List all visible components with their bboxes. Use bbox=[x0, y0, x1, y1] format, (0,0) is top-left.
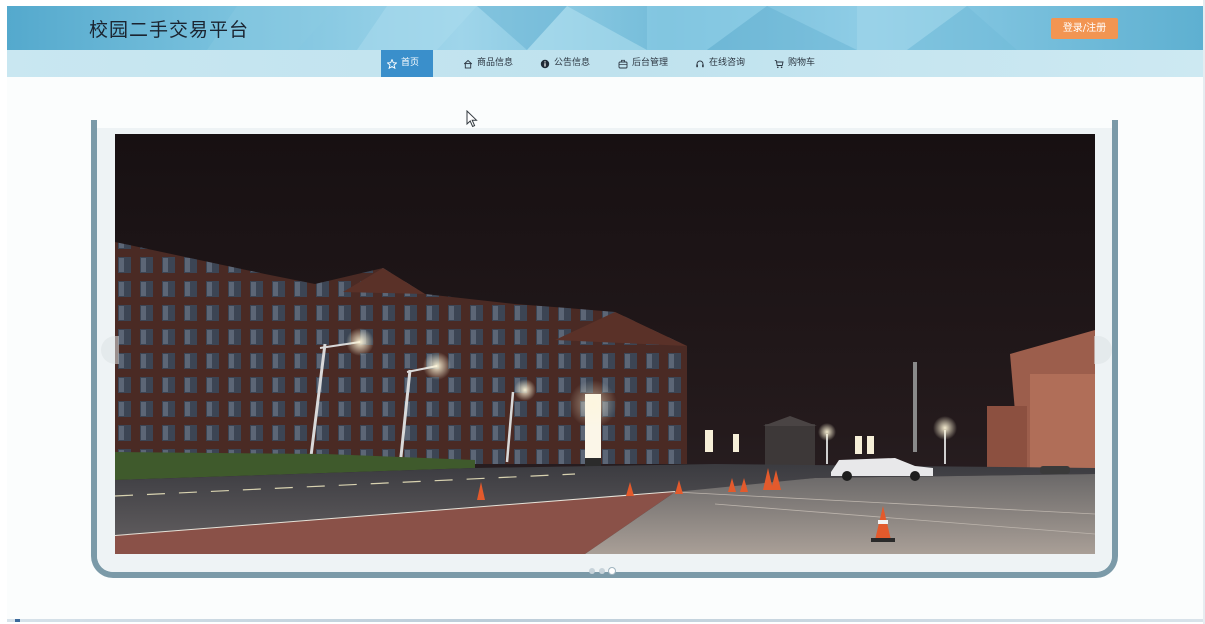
star-icon bbox=[387, 58, 397, 69]
site-header: 校园二手交易平台 登录/注册 bbox=[7, 6, 1203, 50]
headset-icon bbox=[695, 59, 705, 69]
carousel-dot-1[interactable] bbox=[589, 568, 595, 574]
nav-item-notices[interactable]: 公告信息 bbox=[534, 50, 596, 77]
nav-label-consult: 在线咨询 bbox=[709, 58, 746, 68]
bottom-edge-marker bbox=[15, 619, 20, 622]
bottom-edge bbox=[7, 619, 1203, 622]
carousel-dots bbox=[589, 568, 615, 574]
campus-night-photo bbox=[115, 134, 1095, 554]
nav-label-notices: 公告信息 bbox=[554, 58, 591, 68]
carousel-dot-3[interactable] bbox=[609, 568, 615, 574]
nav-label-products: 商品信息 bbox=[477, 58, 514, 68]
nav-item-cart[interactable]: 购物车 bbox=[768, 50, 821, 77]
main-nav: 首页 商品信息 公告信息 后台管理 在线咨询 购物车 bbox=[7, 50, 1203, 77]
login-register-button[interactable]: 登录/注册 bbox=[1051, 18, 1118, 39]
briefcase-icon bbox=[618, 59, 628, 69]
carousel-slide-image[interactable] bbox=[115, 134, 1095, 554]
nav-item-admin[interactable]: 后台管理 bbox=[612, 50, 674, 77]
nav-item-home[interactable]: 首页 bbox=[381, 50, 433, 77]
cart-icon bbox=[774, 59, 784, 69]
nav-label-admin: 后台管理 bbox=[632, 58, 669, 68]
nav-label-cart: 购物车 bbox=[788, 58, 816, 68]
home-icon bbox=[463, 59, 473, 69]
nav-item-consult[interactable]: 在线咨询 bbox=[689, 50, 751, 77]
carousel-dot-2[interactable] bbox=[599, 568, 605, 574]
site-title: 校园二手交易平台 bbox=[89, 19, 250, 41]
nav-item-products[interactable]: 商品信息 bbox=[457, 50, 519, 77]
nav-label-home: 首页 bbox=[401, 58, 420, 68]
info-icon bbox=[540, 59, 550, 69]
